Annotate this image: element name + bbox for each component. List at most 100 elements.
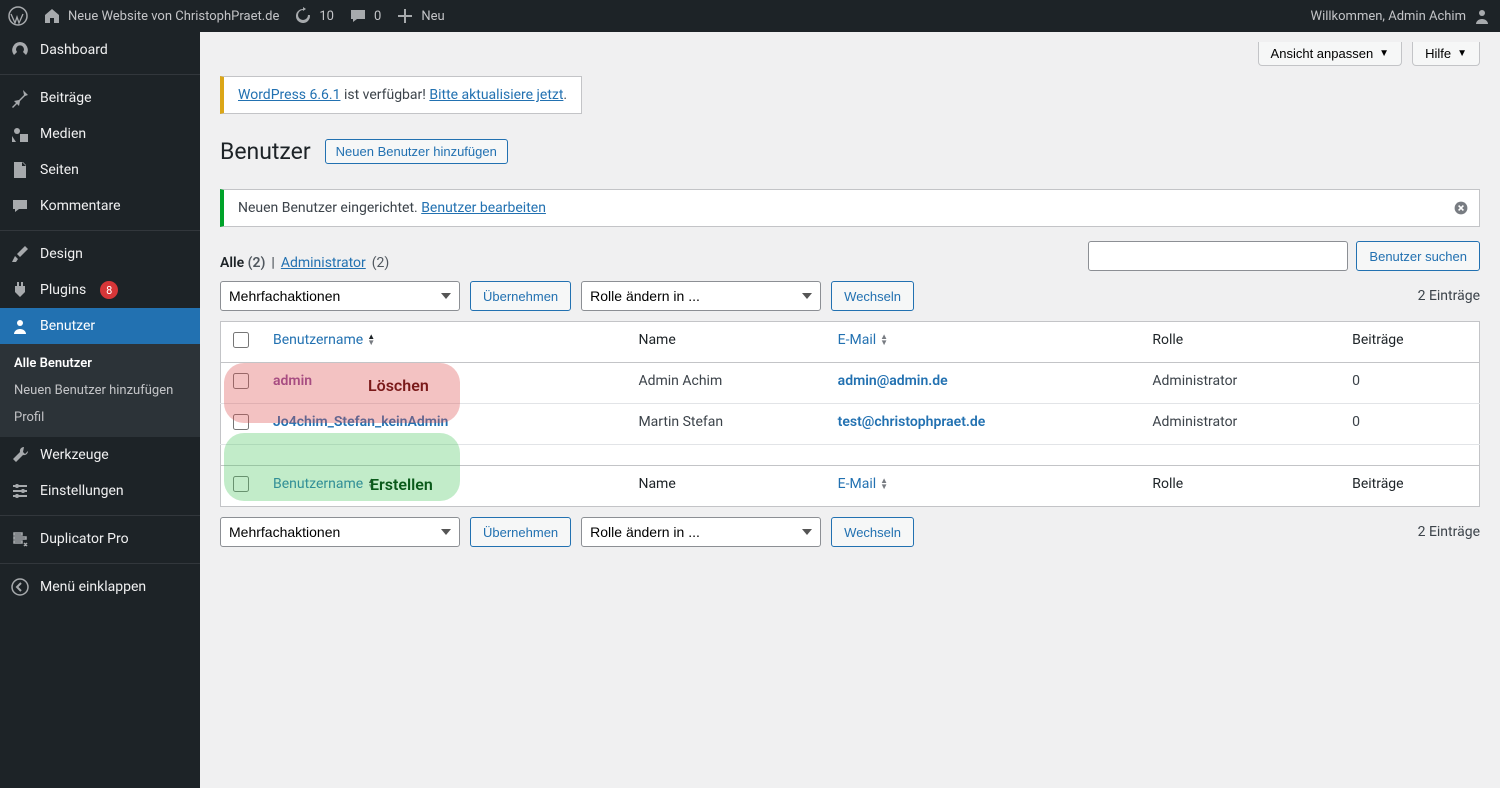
page-title: Benutzer: [220, 138, 311, 165]
success-notice: Neuen Benutzer eingerichtet. Benutzer be…: [220, 189, 1480, 227]
tablenav-top: Mehrfachaktionen Übernehmen Rolle ändern…: [220, 281, 1480, 311]
duplicator-icon: [10, 529, 30, 549]
displaying-count-top: 2 Einträge: [1418, 288, 1480, 304]
add-new-user-button[interactable]: Neuen Benutzer hinzufügen: [325, 139, 508, 164]
row-checkbox[interactable]: [233, 373, 249, 389]
menu-posts[interactable]: Beiträge: [0, 80, 200, 116]
user-role-cell: Administrator: [1140, 404, 1340, 445]
col-name-bottom: Name: [626, 466, 825, 507]
greeting-text: Willkommen, Admin Achim: [1311, 9, 1466, 24]
close-icon: [1453, 200, 1469, 216]
username-link[interactable]: admin: [273, 373, 312, 389]
change-role-select-top[interactable]: Rolle ändern in ...: [581, 281, 821, 311]
comments-link[interactable]: 0: [348, 6, 381, 26]
bulk-action-select-top[interactable]: Mehrfachaktionen: [220, 281, 460, 311]
comments-count: 0: [374, 9, 381, 24]
user-posts-cell: 0: [1340, 404, 1479, 445]
help-button[interactable]: Hilfe▼: [1412, 42, 1480, 66]
select-all-top[interactable]: [233, 332, 249, 348]
search-box: Benutzer suchen: [1088, 241, 1480, 271]
comment-icon: [348, 6, 368, 26]
user-name-cell: Martin Stefan: [626, 404, 825, 445]
filter-administrator[interactable]: Administrator: [281, 255, 366, 271]
dashboard-icon: [10, 40, 30, 60]
update-now-link[interactable]: Bitte aktualisiere jetzt: [429, 87, 563, 103]
bulk-action-select-bottom[interactable]: Mehrfachaktionen: [220, 517, 460, 547]
change-role-button-bottom[interactable]: Wechseln: [831, 517, 914, 547]
change-role-select-bottom[interactable]: Rolle ändern in ...: [581, 517, 821, 547]
menu-dashboard[interactable]: Dashboard: [0, 32, 200, 68]
my-account[interactable]: Willkommen, Admin Achim: [1311, 6, 1492, 26]
col-role-bottom: Rolle: [1140, 466, 1340, 507]
admin-sidebar: Dashboard Beiträge Medien Seiten Komment…: [0, 32, 200, 788]
users-submenu: Alle Benutzer Neuen Benutzer hinzufügen …: [0, 344, 200, 437]
new-label: Neu: [421, 9, 444, 24]
wp-logo[interactable]: [8, 6, 28, 26]
wrench-icon: [10, 445, 30, 465]
menu-pages[interactable]: Seiten: [0, 152, 200, 188]
menu-appearance[interactable]: Design: [0, 236, 200, 272]
screen-options-button[interactable]: Ansicht anpassen▼: [1258, 42, 1403, 66]
dismiss-notice-button[interactable]: [1453, 200, 1469, 220]
col-username-bottom[interactable]: Benutzername▲▼: [261, 466, 626, 507]
main-content: Ansicht anpassen▼ Hilfe▼ WordPress 6.6.1…: [200, 32, 1500, 788]
col-email-bottom[interactable]: E-Mail▲▼: [826, 466, 1141, 507]
sliders-icon: [10, 481, 30, 501]
menu-duplicator[interactable]: Duplicator Pro: [0, 521, 200, 557]
wp-version-link[interactable]: WordPress 6.6.1: [238, 87, 340, 103]
col-role-top: Rolle: [1140, 322, 1340, 363]
displaying-count-bottom: 2 Einträge: [1418, 524, 1480, 540]
users-table: Benutzername▲▼ Name E-Mail▲▼ Rolle Beitr…: [220, 321, 1480, 507]
pin-icon: [10, 88, 30, 108]
username-link[interactable]: Jo4chim_Stefan_keinAdmin: [273, 414, 448, 430]
submenu-profile[interactable]: Profil: [0, 404, 200, 431]
user-icon: [10, 316, 30, 336]
sort-indicator-icon: ▲▼: [367, 478, 375, 490]
user-search-input[interactable]: [1088, 241, 1348, 271]
submenu-all-users[interactable]: Alle Benutzer: [0, 350, 200, 377]
new-content-link[interactable]: Neu: [395, 6, 444, 26]
apply-button-top[interactable]: Übernehmen: [470, 281, 571, 311]
col-name-top: Name: [626, 322, 825, 363]
menu-collapse[interactable]: Menü einklappen: [0, 569, 200, 605]
col-email-top[interactable]: E-Mail▲▼: [826, 322, 1141, 363]
page-icon: [10, 160, 30, 180]
site-name-link[interactable]: Neue Website von ChristophPraet.de: [42, 6, 279, 26]
select-all-bottom[interactable]: [233, 476, 249, 492]
menu-users[interactable]: Benutzer: [0, 308, 200, 344]
updates-count: 10: [319, 9, 334, 24]
table-row: Jo4chim_Stefan_keinAdmin Martin Stefan t…: [221, 404, 1480, 445]
user-avatar-icon: [1472, 6, 1492, 26]
collapse-icon: [10, 577, 30, 597]
apply-button-bottom[interactable]: Übernehmen: [470, 517, 571, 547]
col-username-top[interactable]: Benutzername▲▼: [261, 322, 626, 363]
menu-settings[interactable]: Einstellungen: [0, 473, 200, 509]
filter-all[interactable]: Alle (2): [220, 255, 265, 271]
row-checkbox[interactable]: [233, 414, 249, 430]
sort-indicator-icon: ▲▼: [367, 334, 375, 346]
menu-media[interactable]: Medien: [0, 116, 200, 152]
menu-tools[interactable]: Werkzeuge: [0, 437, 200, 473]
update-icon: [293, 6, 313, 26]
site-name: Neue Website von ChristophPraet.de: [68, 9, 279, 24]
wordpress-icon: [8, 6, 28, 26]
triangle-down-icon: ▼: [1457, 48, 1467, 59]
sort-indicator-icon: ▲▼: [880, 334, 888, 346]
user-email-link[interactable]: admin@admin.de: [838, 373, 948, 389]
menu-comments[interactable]: Kommentare: [0, 188, 200, 224]
user-role-cell: Administrator: [1140, 363, 1340, 404]
submenu-add-user[interactable]: Neuen Benutzer hinzufügen: [0, 377, 200, 404]
brush-icon: [10, 244, 30, 264]
search-users-button[interactable]: Benutzer suchen: [1356, 241, 1480, 271]
tablenav-bottom: Mehrfachaktionen Übernehmen Rolle ändern…: [220, 517, 1480, 547]
table-row: admin Admin Achim admin@admin.de Adminis…: [221, 363, 1480, 404]
plugin-icon: [10, 280, 30, 300]
menu-plugins[interactable]: Plugins8: [0, 272, 200, 308]
plugins-update-badge: 8: [100, 281, 118, 299]
user-email-link[interactable]: test@christophpraet.de: [838, 414, 986, 430]
user-name-cell: Admin Achim: [626, 363, 825, 404]
change-role-button-top[interactable]: Wechseln: [831, 281, 914, 311]
media-icon: [10, 124, 30, 144]
edit-user-link[interactable]: Benutzer bearbeiten: [421, 200, 546, 216]
updates-link[interactable]: 10: [293, 6, 334, 26]
